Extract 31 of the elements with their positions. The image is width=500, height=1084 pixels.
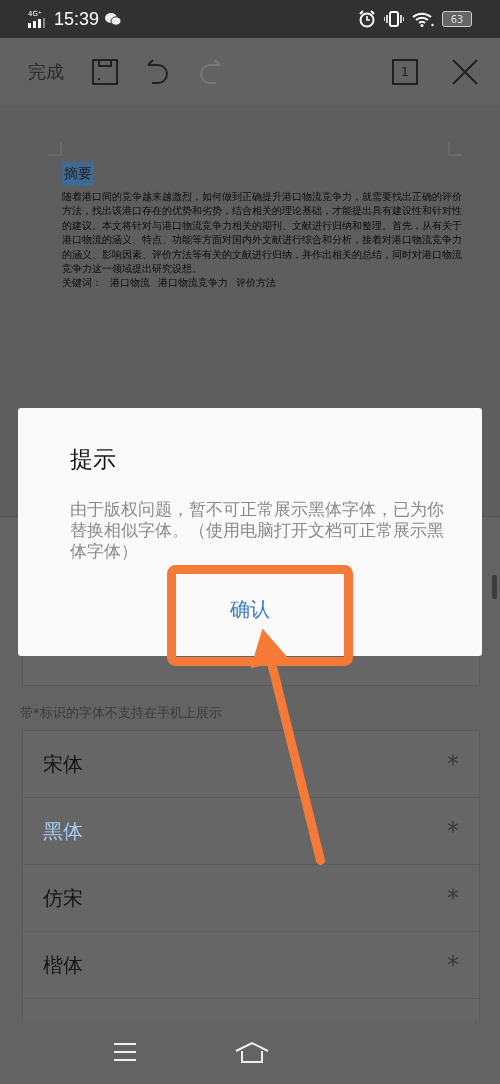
home-icon[interactable] <box>235 1041 269 1063</box>
document-heading: 摘要 <box>62 162 94 186</box>
confirm-button[interactable]: 确认 <box>220 592 280 627</box>
keywords-label: 关键词： <box>62 276 102 291</box>
unsupported-mark: * <box>447 817 459 845</box>
wifi-icon <box>412 11 434 27</box>
signal-icon <box>28 18 48 28</box>
unsupported-mark: * <box>447 750 459 778</box>
vibrate-icon <box>384 11 404 27</box>
font-option[interactable]: 黑体 * <box>23 798 479 865</box>
battery-indicator: 63 <box>442 11 472 27</box>
keyword: 港口物流竞争力 <box>158 276 228 291</box>
close-icon[interactable] <box>452 58 478 85</box>
menu-icon[interactable] <box>113 1042 137 1062</box>
unsupported-mark: * <box>447 951 459 979</box>
done-button[interactable]: 完成 <box>28 59 64 84</box>
keyword: 评价方法 <box>236 276 276 291</box>
scrollbar-thumb[interactable] <box>492 575 497 599</box>
font-option[interactable]: 楷体 * <box>23 932 479 999</box>
unsupported-mark: * <box>447 884 459 912</box>
font-option[interactable]: 仿宋 * <box>23 865 479 932</box>
dialog-message: 由于版权问题，暂不可正常展示黑体字体，已为你替换相似字体。（使用电脑打开文档可正常展示黑体字体） <box>70 499 445 562</box>
font-option[interactable]: 宋体 * <box>23 731 479 798</box>
dialog-title: 提示 <box>70 445 117 474</box>
alarm-icon <box>358 10 376 28</box>
keyword: 港口物流 <box>110 276 150 291</box>
chat-icon <box>105 12 122 26</box>
save-icon[interactable] <box>92 58 118 85</box>
undo-icon[interactable] <box>146 58 170 85</box>
clock-time: 15:39 <box>54 8 100 30</box>
page-count-button[interactable]: 1 <box>392 58 418 85</box>
